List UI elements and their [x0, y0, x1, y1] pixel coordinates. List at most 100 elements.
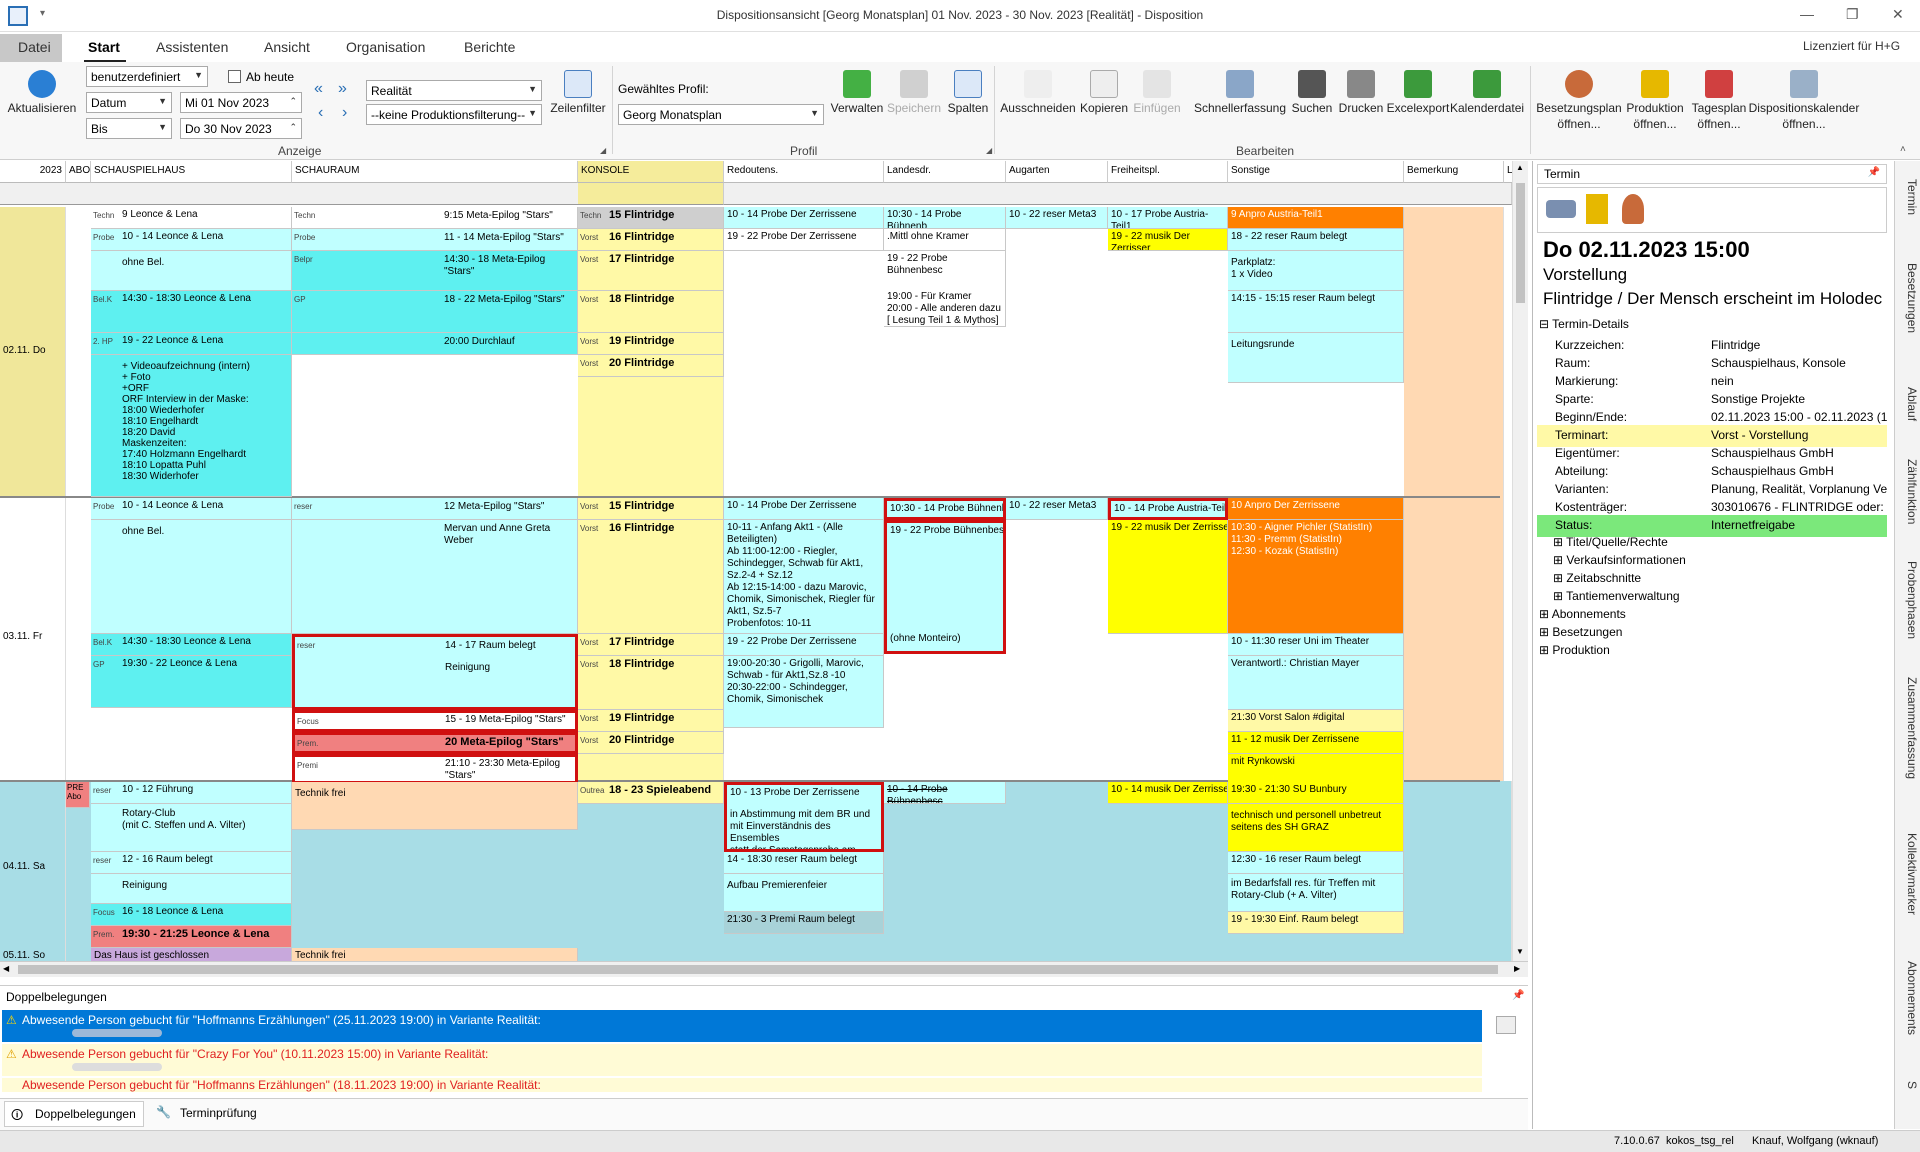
event-cell-conflict[interactable]: 19 - 22 Probe Bühnenbesc (ohne Monteiro)	[884, 520, 1006, 654]
scroll-thumb[interactable]	[18, 965, 1498, 974]
column-header[interactable]: Augarten	[1006, 161, 1108, 183]
event-cell[interactable]: 9 Anpro Austria-Teil1	[1228, 207, 1404, 229]
excelexport-button[interactable]: Excelexport	[1386, 70, 1450, 116]
maximize-icon[interactable]: ❐	[1846, 6, 1859, 23]
column-header[interactable]: Bemerkung	[1404, 161, 1504, 183]
event-cell[interactable]: 20:00 Durchlauf	[292, 333, 578, 355]
event-cell[interactable]: 19 - 22 Probe Der Zerrissene	[724, 229, 884, 251]
event-cell[interactable]: Das Haus ist geschlossen	[91, 948, 292, 961]
event-cell[interactable]: Focus 16 - 18 Leonce & Lena	[91, 904, 292, 926]
suchen-button[interactable]: Suchen	[1290, 70, 1334, 116]
column-header[interactable]: SCHAURAUM	[292, 161, 578, 183]
event-cell-conflict[interactable]: Prem. 20 Meta-Epilog "Stars"	[292, 732, 578, 754]
side-tab-zaehlfunktion[interactable]: Zählfunktion	[1897, 459, 1919, 524]
event-cell[interactable]: 10 - 14 Probe Der Zerrissene	[724, 498, 884, 520]
scroll-thumb[interactable]	[1516, 183, 1525, 303]
event-cell[interactable]: 14 - 18:30 reser Raum belegt	[724, 852, 884, 874]
drucken-button[interactable]: Drucken	[1336, 70, 1386, 116]
tab-assistenten[interactable]: Assistenten	[156, 39, 228, 55]
kopieren-button[interactable]: Kopieren	[1078, 70, 1130, 116]
event-cell[interactable]: 2. HP 19 - 22 Leonce & Lena	[91, 333, 292, 355]
event-cell[interactable]: Vorst 19 Flintridge	[578, 333, 724, 355]
zeilenfilter-button[interactable]: Zeilenfilter	[548, 70, 608, 116]
column-header[interactable]: SCHAUSPIELHAUS	[91, 161, 292, 183]
right-icon[interactable]: ›	[342, 104, 347, 122]
scroll-left-icon[interactable]: ◀	[3, 964, 9, 973]
produktion-button[interactable]: Produktion öffnen...	[1622, 70, 1688, 132]
tree-item[interactable]: ⊞ Verkaufsinformationen	[1553, 553, 1686, 567]
event-cell[interactable]: reser 12 - 16 Raum belegt	[91, 852, 292, 874]
event-cell[interactable]: Vorst 18 Flintridge	[578, 291, 724, 333]
tree-item[interactable]: ⊞ Abonnements	[1539, 607, 1626, 621]
realitaet-select[interactable]: Realität ▼	[366, 80, 542, 101]
event-cell[interactable]: im Bedarfsfall res. für Treffen mit Rota…	[1228, 874, 1404, 912]
event-cell[interactable]: 10 - 17 Probe Austria-Teil1	[1108, 207, 1228, 229]
besetzungsplan-button[interactable]: Besetzungsplan öffnen...	[1536, 70, 1622, 132]
event-cell-conflict[interactable]: 10:30 - 14 Probe Bühnenb	[884, 498, 1006, 520]
einfuegen-button[interactable]: Einfügen	[1130, 70, 1184, 116]
event-cell[interactable]: Technik frei	[292, 782, 578, 830]
event-cell[interactable]: + Videoaufzeichnung (intern) + Foto +ORF…	[91, 355, 292, 497]
event-cell[interactable]: Vorst 20 Flintridge	[578, 732, 724, 754]
event-cell[interactable]: Rotary-Club (mit C. Steffen und A. Vilte…	[91, 804, 292, 852]
ribbon-collapse-icon[interactable]: ˄	[1900, 144, 1906, 155]
side-tab-besetzungen[interactable]: Besetzungen	[1897, 263, 1919, 333]
double-left-icon[interactable]: «	[314, 80, 323, 98]
tree-termin-details[interactable]: ⊟ Termin-Details	[1539, 317, 1629, 331]
event-cell[interactable]: Vorst 19 Flintridge	[578, 710, 724, 732]
warning-row-selected[interactable]: ⚠ Abwesende Person gebucht für "Hoffmann…	[2, 1010, 1482, 1042]
event-cell[interactable]: 19 - 19:30 Einf. Raum belegt	[1228, 912, 1404, 934]
event-cell[interactable]: Vorst 18 Flintridge	[578, 656, 724, 710]
event-cell[interactable]: mit Rynkowski	[1228, 754, 1404, 784]
tab-doppelbelegungen[interactable]: 🛈 Doppelbelegungen	[4, 1101, 144, 1127]
event-cell[interactable]: Vorst 17 Flintridge	[578, 251, 724, 291]
event-cell[interactable]: 14:15 - 15:15 reser Raum belegt	[1228, 291, 1404, 333]
car-icon[interactable]	[1546, 200, 1576, 218]
date-from-field[interactable]: Mi 01 Nov 2023 ⌃	[180, 92, 302, 113]
event-cell[interactable]: Belpr 14:30 - 18 Meta-Epilog "Stars"	[292, 251, 578, 291]
pin-icon[interactable]: 📌	[1512, 990, 1524, 1001]
column-header[interactable]: Freiheitspl.	[1108, 161, 1228, 183]
event-cell[interactable]: 18 - 22 reser Raum belegt	[1228, 229, 1404, 251]
event-cell[interactable]: 10 - 14 musik Der Zerrisser	[1108, 782, 1228, 804]
event-cell-conflict[interactable]: 10 - 14 Probe Austria-Teil1	[1108, 498, 1228, 520]
event-cell[interactable]: 19 - 22 musik Der Zerrisser	[1108, 520, 1228, 634]
event-cell-conflict[interactable]: 10 - 13 Probe Der Zerrissene in Abstimmun…	[724, 782, 884, 852]
tab-organisation[interactable]: Organisation	[346, 39, 425, 55]
speichern-button[interactable]: Speichern	[886, 70, 942, 116]
book-icon[interactable]	[1586, 194, 1608, 224]
event-cell-conflict[interactable]: Premi 21:10 - 23:30 Meta-Epilog "Stars"	[292, 754, 578, 784]
event-cell[interactable]: 10:30 - Aigner Pichler (StatistIn) 11:30…	[1228, 520, 1404, 634]
event-cell[interactable]: 10 - 14 Probe Bühnenbesc	[884, 782, 1006, 804]
preset-select[interactable]: benutzerdefiniert ▼	[86, 66, 208, 87]
tab-start[interactable]: Start	[88, 39, 120, 55]
tab-ansicht[interactable]: Ansicht	[264, 39, 310, 55]
column-header[interactable]: Landesdr.	[884, 161, 1006, 183]
vertical-scrollbar[interactable]: ▲ ▼	[1512, 161, 1528, 961]
event-cell[interactable]: reser 10 - 12 Führung	[91, 782, 292, 804]
event-cell-selected[interactable]: Techn 15 Flintridge	[578, 207, 724, 229]
event-cell[interactable]: Leitungsrunde	[1228, 333, 1404, 383]
event-cell[interactable]: 19 - 22 Probe Der Zerrissene	[724, 634, 884, 656]
close-icon[interactable]: ✕	[1892, 6, 1904, 23]
event-cell[interactable]: Reinigung	[91, 874, 292, 904]
side-tab-probenphasen[interactable]: Probenphasen	[1897, 561, 1919, 639]
event-cell[interactable]: 10 - 22 reser Meta3	[1006, 207, 1108, 229]
schnellerfassung-button[interactable]: Schnellerfassung	[1192, 70, 1288, 116]
group-expand-icon[interactable]: ◢	[600, 146, 606, 155]
event-cell[interactable]: Vorst 15 Flintridge	[578, 498, 724, 520]
tab-berichte[interactable]: Berichte	[464, 39, 515, 55]
event-cell[interactable]: Verantwortl.: Christian Mayer	[1228, 656, 1404, 710]
refresh-button[interactable]: Aktualisieren	[4, 70, 80, 116]
event-cell[interactable]: Mervan und Anne Greta Weber	[292, 520, 578, 634]
side-tab-ablauf[interactable]: Ablauf	[1897, 387, 1919, 421]
column-header[interactable]: KONSOLE	[578, 161, 724, 183]
date-to-field[interactable]: Do 30 Nov 2023 ⌃	[180, 118, 302, 139]
group-expand-icon[interactable]: ◢	[986, 146, 992, 155]
export-icon[interactable]	[1496, 1016, 1516, 1034]
scroll-right-icon[interactable]: ▶	[1514, 964, 1520, 973]
event-cell[interactable]: Techn 9 Leonce & Lena	[91, 207, 292, 229]
profil-select[interactable]: Georg Monatsplan ▼	[618, 104, 824, 125]
event-cell[interactable]: Parkplatz: 1 x Video	[1228, 251, 1404, 291]
tree-item[interactable]: ⊞ Titel/Quelle/Rechte	[1553, 535, 1668, 549]
